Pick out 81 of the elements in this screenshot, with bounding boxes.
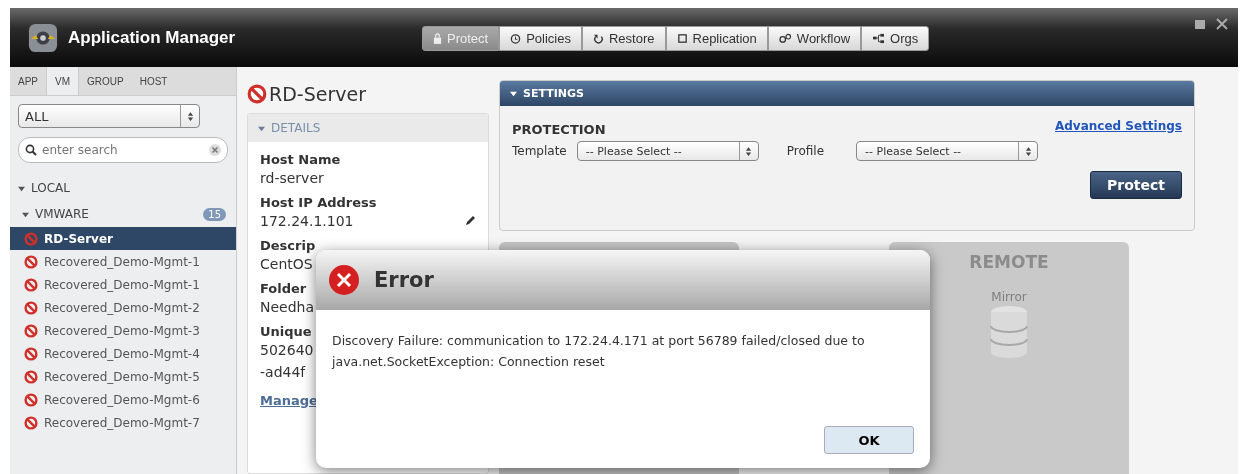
error-icon — [328, 264, 360, 296]
tree-node[interactable]: VMWARE 15 — [10, 201, 236, 227]
vm-item[interactable]: RD-Server — [10, 227, 236, 250]
vm-item[interactable]: Recovered_Demo-Mgmt-4 — [10, 342, 236, 365]
caret-icon — [258, 124, 265, 132]
prohibited-icon — [24, 346, 38, 361]
lock-icon — [433, 33, 442, 44]
field-value: 172.24.1.101 — [260, 212, 354, 231]
nav-tab[interactable]: Restore — [582, 26, 666, 51]
template-dropdown[interactable]: -- Please Select -- — [576, 141, 759, 161]
nav-tab[interactable]: Workflow — [767, 26, 862, 51]
vm-item[interactable]: Recovered_Demo-Mgmt-5 — [10, 365, 236, 388]
server-name: RD-Server — [269, 83, 366, 105]
vm-item[interactable]: Recovered_Demo-Mgmt-1 — [10, 250, 236, 273]
prohibited-icon — [24, 300, 38, 315]
caret-icon — [18, 184, 25, 192]
vm-item[interactable]: Recovered_Demo-Mgmt-1 — [10, 273, 236, 296]
prohibited-icon — [24, 323, 38, 338]
search-input[interactable]: enter search — [40, 142, 206, 158]
count-badge: 15 — [203, 207, 226, 221]
field-label: Descrip — [260, 238, 316, 253]
window-title: Application Manager — [68, 27, 237, 48]
close-icon[interactable] — [1216, 18, 1228, 30]
nav-tab[interactable]: Replication — [665, 26, 768, 51]
field-value: rd-server — [260, 169, 324, 188]
ok-button[interactable]: OK — [824, 426, 914, 454]
tree-node[interactable]: LOCAL — [10, 175, 236, 201]
prohibited-icon — [24, 369, 38, 384]
search-icon — [25, 144, 37, 156]
error-message: Discovery Failure: communication to 172.24.4.171 at port 56789 failed/closed due to java.net.SocketException: Connection reset — [332, 332, 866, 371]
profile-dropdown[interactable]: -- Please Select -- — [856, 141, 1039, 161]
settings-header[interactable]: SETTINGS — [500, 81, 1194, 106]
panel-title: REMOTE — [969, 252, 1049, 272]
caret-icon — [510, 90, 517, 97]
sidebar-tab[interactable]: HOST — [131, 67, 176, 95]
advanced-settings-link[interactable]: Advanced Settings — [1055, 118, 1182, 133]
vm-item[interactable]: Recovered_Demo-Mgmt-3 — [10, 319, 236, 342]
vm-item[interactable]: Recovered_Demo-Mgmt-7 — [10, 411, 236, 434]
field-value: 502640 — [260, 341, 314, 360]
field-value: CentOS — [260, 255, 313, 274]
clock-icon — [510, 33, 522, 44]
prohibited-icon — [247, 84, 267, 104]
undo-icon — [593, 33, 604, 44]
vm-item[interactable]: Recovered_Demo-Mgmt-2 — [10, 296, 236, 319]
field-label: Host Name — [260, 152, 341, 167]
vm-item[interactable]: Recovered_Demo-Mgmt-6 — [10, 388, 236, 411]
field-value: -ad44f — [260, 363, 306, 382]
section-title: PROTECTION — [512, 122, 606, 137]
template-label: Template — [512, 144, 567, 158]
field-label: Unique — [260, 324, 312, 339]
hierarchy-icon — [872, 33, 886, 44]
caret-icon — [22, 210, 29, 218]
stepper-icon — [1024, 145, 1032, 157]
sidebar-tab[interactable]: APP — [10, 67, 46, 95]
gears-icon — [778, 33, 792, 44]
sidebar-tab[interactable]: GROUP — [79, 67, 132, 95]
field-label: Folder — [260, 281, 307, 296]
filter-dropdown[interactable]: ALL — [18, 104, 200, 128]
sidebar-tab[interactable]: VM — [46, 67, 79, 95]
profile-label: Profile — [786, 144, 825, 158]
square-icon — [676, 33, 688, 44]
clear-icon[interactable] — [209, 144, 221, 156]
search-field[interactable]: enter search — [18, 137, 228, 163]
mode-label: Mirror — [991, 290, 1027, 304]
database-icon — [989, 304, 1029, 360]
app-logo-icon — [28, 22, 58, 53]
prohibited-icon — [24, 415, 38, 430]
prohibited-icon — [24, 277, 38, 292]
nav-tab[interactable]: Policies — [499, 26, 582, 51]
minimize-icon[interactable] — [1194, 18, 1206, 30]
pencil-icon[interactable] — [464, 215, 476, 227]
stepper-icon — [745, 145, 753, 157]
field-label: Host IP Address — [260, 195, 377, 210]
nav-tab[interactable]: Orgs — [861, 26, 930, 51]
protect-button[interactable]: Protect — [1090, 171, 1182, 199]
field-value: Needha — [260, 298, 315, 317]
stepper-icon — [186, 110, 194, 122]
prohibited-icon — [24, 231, 38, 246]
prohibited-icon — [24, 254, 38, 269]
prohibited-icon — [24, 392, 38, 407]
dialog-title: Error — [374, 268, 434, 292]
